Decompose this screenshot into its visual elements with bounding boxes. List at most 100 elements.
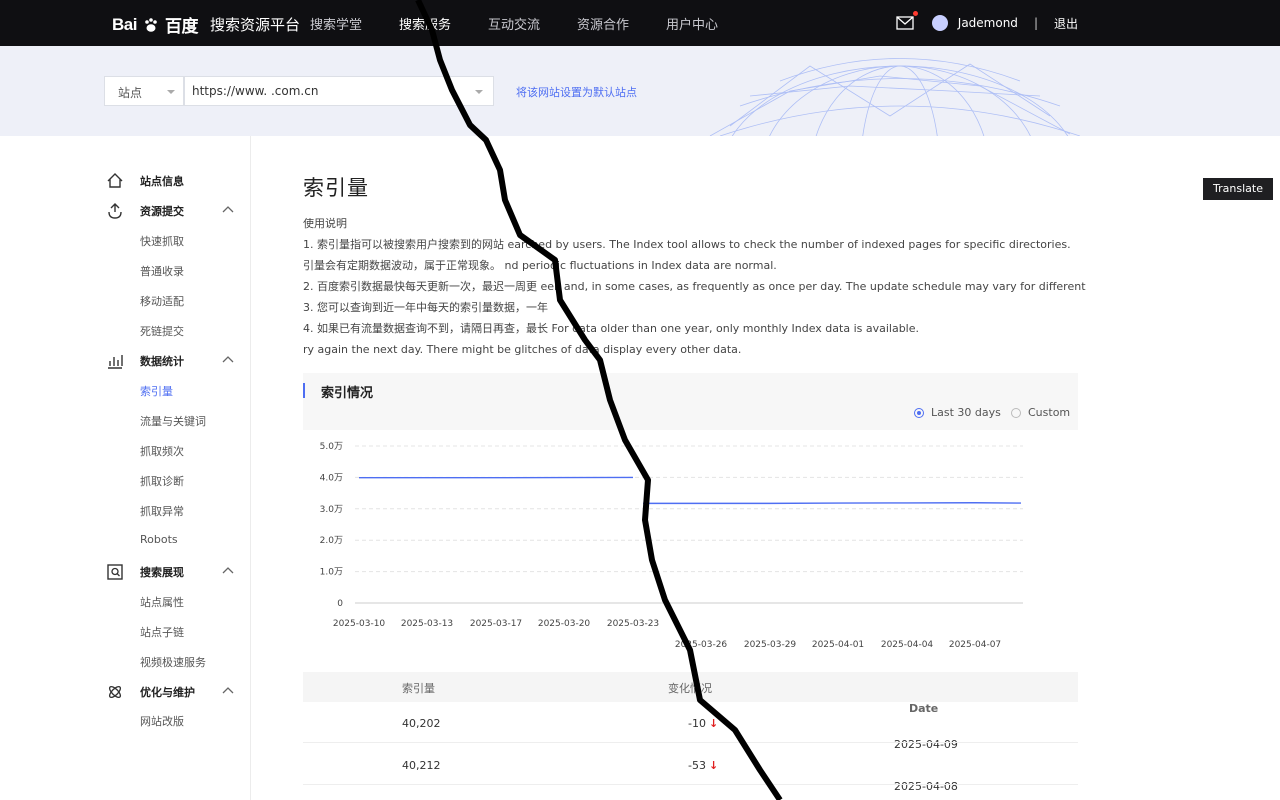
sidebar-item-site-revision[interactable]: 网站改版 (140, 713, 184, 729)
range-option-label: Custom (1028, 406, 1071, 419)
notification-dot (912, 11, 918, 16)
chevron-down-icon (475, 90, 483, 94)
mail-icon[interactable] (896, 11, 918, 30)
logo-text: Bai (112, 14, 137, 34)
usage-line: 2. 百度索引数据最快每天更新一次，最迟一周更 eek and, in some… (303, 280, 1086, 293)
y-tick-label: 0 (337, 599, 343, 609)
logout-link[interactable]: 退出 (1054, 15, 1078, 32)
cell-index: 40,212 (402, 759, 441, 772)
username[interactable]: Jademond (958, 16, 1018, 30)
sidebar-item-crawl-frequency[interactable]: 抓取频次 (140, 443, 184, 459)
range-option-custom[interactable]: Custom (1011, 406, 1070, 419)
sidebar-group-label: 搜索展现 (140, 566, 184, 579)
x-tick-label: 2025-03-17 (470, 619, 522, 629)
nav-item-resource-coop[interactable]: 资源合作 (577, 14, 666, 33)
column-header-change: 变化情况 (668, 682, 712, 695)
usage-line: 4. 如果已有流量数据查询不到，请隔日再查，最长 For data older … (303, 322, 920, 335)
radio-unchecked-icon (1011, 407, 1021, 418)
baidu-logo[interactable]: Bai 百度 搜索资源平台 (112, 12, 300, 37)
sidebar-group-label: 站点信息 (140, 175, 184, 188)
sidebar-item-fast-crawl[interactable]: 快速抓取 (140, 233, 184, 249)
usage-line: 1. 索引量指可以被搜索用户搜索到的网站 earched by users. T… (303, 238, 1071, 251)
x-tick-label: 2025-03-26 (675, 640, 728, 650)
logo-cn-text: 百度 (164, 17, 199, 36)
y-tick-label: 5.0万 (320, 442, 343, 452)
range-option-last-30[interactable]: Last 30 days (914, 406, 1001, 419)
nav-item-search-school[interactable]: 搜索学堂 (310, 14, 399, 33)
top-navigation-bar: Bai 百度 搜索资源平台 搜索学堂 搜索服务 互动交流 资源合作 用户中心 J… (0, 0, 1280, 46)
search-display-icon (107, 564, 123, 580)
sidebar-item-mobile-adapt[interactable]: 移动适配 (140, 293, 184, 309)
series-line-right (643, 502, 1022, 505)
x-tick-label: 2025-04-04 (881, 640, 934, 650)
usage-line: 引量会有定期数据波动，属于正常现象。 nd periodic fluctuati… (303, 259, 777, 272)
chevron-up-icon (222, 687, 234, 694)
sidebar-group-data-stats[interactable]: 数据统计 (106, 352, 234, 370)
x-tick-label: 2025-03-23 (607, 619, 659, 629)
sidebar-item-site-attributes[interactable]: 站点属性 (140, 594, 184, 610)
sidebar-item-video-fast[interactable]: 视频极速服务 (140, 654, 206, 670)
usage-title: 使用说明 (303, 217, 347, 230)
nav-item-interaction[interactable]: 互动交流 (488, 14, 577, 33)
nav-item-user-center[interactable]: 用户中心 (666, 14, 755, 33)
chevron-up-icon (222, 206, 234, 213)
chevron-up-icon (222, 356, 234, 363)
main-nav: 搜索学堂 搜索服务 互动交流 资源合作 用户中心 (310, 0, 755, 46)
avatar[interactable] (931, 15, 948, 31)
x-tick-label: 2025-04-07 (949, 640, 1001, 650)
set-default-site-link[interactable]: 将该网站设置为默认站点 (516, 84, 637, 100)
row-divider (303, 784, 1078, 785)
x-tick-label: 2025-03-13 (401, 619, 453, 629)
usage-line: ry again the next day. There might be gl… (303, 343, 742, 356)
arrow-down-icon: ↓ (708, 759, 719, 772)
divider: | (1033, 16, 1038, 30)
sidebar-item-crawl-errors[interactable]: 抓取异常 (140, 503, 184, 519)
site-selector-band: 站点 https://www. .com.cn 将该网站设置为默认站点 (0, 46, 1280, 136)
sidebar-item-traffic-keywords[interactable]: 流量与关键词 (140, 413, 206, 429)
index-section-header: 索引情况 Last 30 days Custom (303, 373, 1078, 430)
cell-change: -53 ↓ (688, 759, 719, 772)
sidebar-group-search-display[interactable]: 搜索展现 (106, 563, 234, 581)
sidebar-group-resource-submit[interactable]: 资源提交 (106, 202, 234, 220)
index-line-chart: 5.0万 4.0万 3.0万 2.0万 1.0万 0 2025-03-10 2025-03-1… (320, 442, 1023, 650)
page-title: 索引量 (303, 176, 369, 200)
cell-index: 40,202 (402, 717, 441, 730)
arrow-down-icon: ↓ (708, 717, 719, 730)
sidebar-group-site-info[interactable]: 站点信息 (106, 172, 184, 190)
sidebar-item-normal-index[interactable]: 普通收录 (140, 263, 184, 279)
baidu-paw-icon (145, 17, 157, 32)
chevron-down-icon (167, 90, 175, 94)
usage-notes: 使用说明 1. 索引量指可以被搜索用户搜索到的网站 earched by use… (303, 213, 1086, 360)
sidebar-item-dead-link[interactable]: 死链提交 (140, 323, 184, 339)
section-accent-bar (303, 383, 305, 398)
x-tick-label: 2025-03-20 (538, 619, 591, 629)
sidebar-group-label: 资源提交 (140, 205, 184, 218)
site-url-select[interactable]: https://www. .com.cn (184, 76, 494, 106)
stats-icon (108, 355, 123, 369)
column-header-index: 索引量 (402, 682, 435, 695)
sidebar-item-robots[interactable]: Robots (140, 533, 178, 546)
site-type-select[interactable]: 站点 (104, 76, 184, 106)
user-area: Jademond | 退出 (896, 0, 1078, 46)
translate-button[interactable]: Translate (1203, 178, 1273, 200)
cell-date: 2025-04-09 (894, 738, 958, 751)
cell-date: 2025-04-08 (894, 780, 958, 793)
column-header-date: Date (909, 702, 939, 715)
usage-line: 3. 您可以查询到近一年中每天的索引量数据，一年 (303, 301, 548, 314)
site-type-label: 站点 (118, 86, 143, 100)
sidebar-item-index-volume[interactable]: 索引量 (140, 383, 173, 399)
cell-change: -10 ↓ (688, 717, 719, 730)
radio-checked-icon (914, 407, 924, 418)
range-option-label: Last 30 days (931, 406, 1001, 419)
y-tick-label: 3.0万 (320, 505, 343, 515)
chevron-up-icon (222, 567, 234, 574)
sidebar-item-crawl-diagnosis[interactable]: 抓取诊断 (140, 473, 184, 489)
sidebar-group-optimize[interactable]: 优化与维护 (106, 683, 234, 701)
y-tick-label: 1.0万 (320, 568, 343, 578)
sidebar: 站点信息 资源提交 快速抓取 普通收录 移动适配 死链提交 数据统计 索引量 流… (0, 136, 251, 800)
y-tick-label: 4.0万 (320, 473, 343, 483)
nav-item-search-service[interactable]: 搜索服务 (399, 14, 488, 33)
sidebar-item-site-sublinks[interactable]: 站点子链 (140, 624, 184, 640)
home-icon (107, 173, 123, 188)
y-tick-label: 2.0万 (320, 536, 343, 546)
